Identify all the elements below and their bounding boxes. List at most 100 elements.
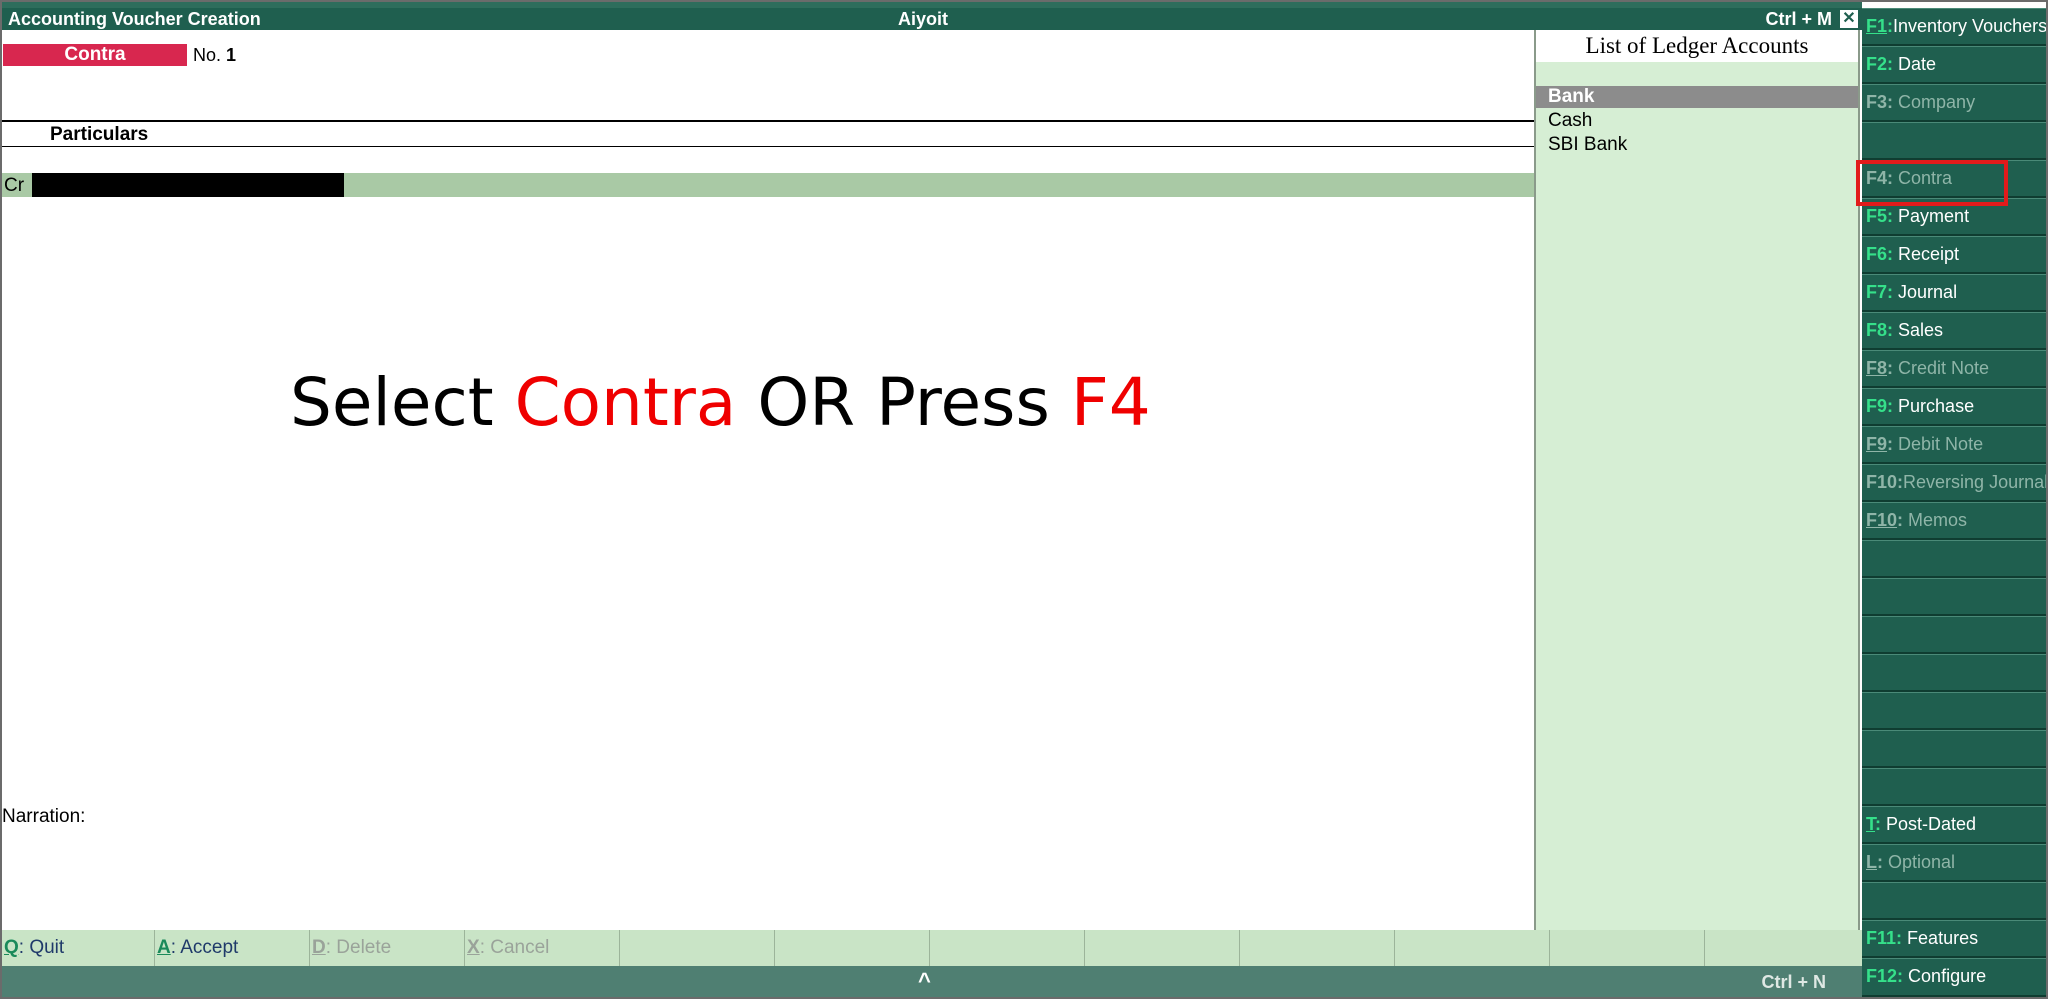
f5-key: F5	[1866, 206, 1888, 226]
f10-reversing-journal-button[interactable]: F10:Reversing Journal	[1862, 464, 2046, 502]
f8-label: Sales	[1898, 320, 1944, 340]
cancel-button[interactable]: X: Cancel	[465, 930, 620, 966]
f12-key: F12	[1866, 966, 1898, 986]
ledger-list-title: List of Ledger Accounts	[1536, 30, 1858, 62]
accept-key: A	[157, 937, 171, 958]
delete-button[interactable]: D: Delete	[310, 930, 465, 966]
f1-inventory-vouchers-button[interactable]: F1:Inventory Vouchers	[1862, 8, 2046, 46]
empty-key-slot	[1550, 930, 1705, 966]
empty-button-slot	[1862, 730, 2046, 768]
f10-memos-key: F10	[1866, 510, 1898, 530]
f9-purchase-button[interactable]: F9: Purchase	[1862, 388, 2046, 426]
f10-key: F10	[1866, 472, 1898, 492]
empty-button-slot	[1862, 882, 2046, 920]
header-divider-top	[2, 120, 1534, 122]
f8-key: F8	[1866, 320, 1888, 340]
ledger-account-input[interactable]	[32, 173, 344, 197]
f3-label: Company	[1898, 92, 1976, 112]
f6-key: F6	[1866, 244, 1888, 264]
empty-key-slot	[1240, 930, 1395, 966]
f7-label: Journal	[1898, 282, 1958, 302]
empty-key-slot	[620, 930, 775, 966]
credit-entry-row[interactable]: Cr	[2, 173, 1534, 197]
f9-debit-key: F9	[1866, 434, 1888, 454]
t-label: Post-Dated	[1886, 814, 1977, 834]
company-name: Aiyoit	[898, 9, 949, 29]
cancel-key: X	[467, 937, 480, 958]
t-key: T	[1866, 814, 1875, 834]
voucher-number-label: No.	[193, 45, 222, 65]
particulars-header: Particulars	[50, 124, 149, 145]
instruction-text-contra: Contra	[514, 364, 737, 441]
title-bar: Accounting Voucher Creation Aiyoit Ctrl …	[2, 8, 1862, 30]
f7-key: F7	[1866, 282, 1888, 302]
quit-button[interactable]: Q: Quit	[2, 930, 155, 966]
f9-label: Purchase	[1898, 396, 1975, 416]
empty-button-slot	[1862, 768, 2046, 806]
f11-key: F11	[1866, 928, 1897, 948]
empty-button-slot	[1862, 122, 2046, 160]
empty-key-slot	[1395, 930, 1550, 966]
voucher-number-value: 1	[226, 45, 237, 65]
instruction-text-2: OR Press	[736, 364, 1071, 441]
f12-label: Configure	[1908, 966, 1987, 986]
empty-button-slot	[1862, 692, 2046, 730]
f2-key: F2	[1866, 54, 1888, 74]
ledger-item-cash[interactable]: Cash	[1536, 110, 1858, 132]
f1-key: F1	[1866, 16, 1888, 36]
accept-button[interactable]: A: Accept	[155, 930, 310, 966]
f10-label: Reversing Journal	[1903, 472, 2046, 492]
f8-sales-button[interactable]: F8: Sales	[1862, 312, 2046, 350]
empty-key-slot	[930, 930, 1085, 966]
f3-key: F3	[1866, 92, 1888, 112]
ledger-list-panel: List of Ledger Accounts Bank Cash SBI Ba…	[1534, 30, 1860, 930]
f8-credit-label: Credit Note	[1898, 358, 1990, 378]
ledger-item-sbi-bank[interactable]: SBI Bank	[1536, 134, 1858, 156]
f11-features-button[interactable]: F11: Features	[1862, 920, 2046, 958]
l-key: L	[1866, 852, 1877, 872]
f7-journal-button[interactable]: F7: Journal	[1862, 274, 2046, 312]
delete-label: : Delete	[325, 937, 392, 958]
t-post-dated-button[interactable]: T: Post-Dated	[1862, 806, 2046, 844]
f9-debit-note-button[interactable]: F9: Debit Note	[1862, 426, 2046, 464]
f8-credit-note-button[interactable]: F8: Credit Note	[1862, 350, 2046, 388]
f10-memos-button[interactable]: F10: Memos	[1862, 502, 2046, 540]
delete-key: D	[312, 937, 326, 958]
quit-key: Q	[4, 937, 19, 958]
close-icon[interactable]: ✕	[1840, 10, 1858, 28]
f12-configure-button[interactable]: F12: Configure	[1862, 958, 2046, 997]
empty-button-slot	[1862, 654, 2046, 692]
f8-credit-key: F8	[1866, 358, 1888, 378]
f3-company-button[interactable]: F3: Company	[1862, 84, 2046, 122]
window-title: Accounting Voucher Creation	[8, 9, 261, 29]
f9-debit-label: Debit Note	[1898, 434, 1984, 454]
accept-label: : Accept	[170, 937, 239, 958]
f11-label: Features	[1907, 928, 1979, 948]
instruction-text-1: Select	[290, 364, 515, 441]
narration-label[interactable]: Narration:	[2, 806, 85, 828]
f6-label: Receipt	[1898, 244, 1960, 264]
empty-button-slot	[1862, 540, 2046, 578]
f10-memos-label: Memos	[1908, 510, 1968, 530]
ledger-item-bank[interactable]: Bank	[1536, 86, 1858, 108]
empty-key-slot	[1085, 930, 1240, 966]
f2-label: Date	[1898, 54, 1937, 74]
cancel-label: : Cancel	[479, 937, 550, 958]
voucher-type-badge[interactable]: Contra	[3, 44, 187, 66]
l-optional-button[interactable]: L: Optional	[1862, 844, 2046, 882]
l-label: Optional	[1888, 852, 1956, 872]
f2-date-button[interactable]: F2: Date	[1862, 46, 2046, 84]
empty-key-slot	[1705, 930, 1862, 966]
f4-highlight-box	[1856, 160, 2008, 206]
instruction-overlay: Select Contra OR Press F4	[290, 364, 1151, 441]
status-bar: ^ Ctrl + N	[2, 966, 1862, 997]
minimize-shortcut[interactable]: Ctrl + M	[1765, 9, 1832, 30]
empty-key-slot	[775, 930, 930, 966]
credit-label: Cr	[4, 175, 25, 196]
quit-label: : Quit	[18, 937, 65, 958]
status-shortcut[interactable]: Ctrl + N	[1761, 972, 1826, 993]
f6-receipt-button[interactable]: F6: Receipt	[1862, 236, 2046, 274]
empty-button-slot	[1862, 578, 2046, 616]
f5-label: Payment	[1898, 206, 1970, 226]
chevron-up-icon[interactable]: ^	[918, 968, 931, 994]
